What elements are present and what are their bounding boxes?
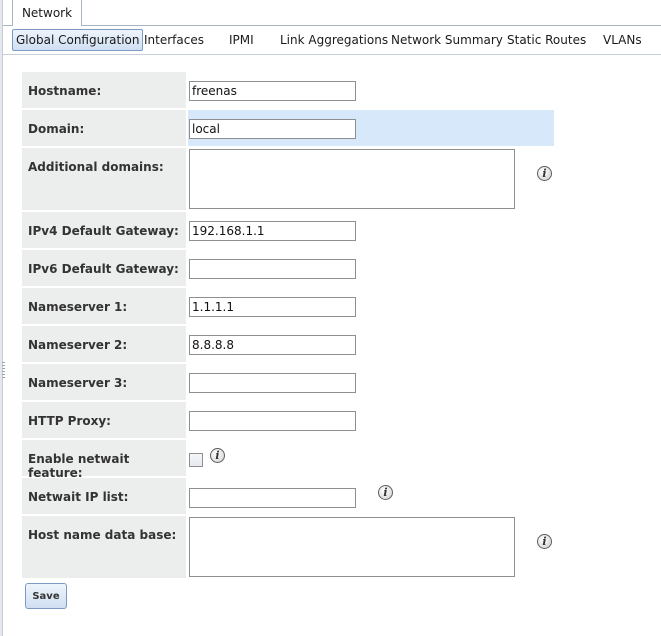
http-proxy-input[interactable] [189,411,356,431]
subtab-divider [3,54,661,55]
http-proxy-label: HTTP Proxy: [22,402,186,438]
additional-domains-label: Additional domains: [22,148,186,210]
tab-link-aggregations[interactable]: Link Aggregations [280,29,388,51]
row-host-name-database: Host name data base: [22,516,186,578]
domain-label: Domain: [22,110,186,146]
save-button[interactable]: Save [25,583,67,609]
host-name-database-label: Host name data base: [22,516,186,578]
additional-domains-textarea[interactable] [189,149,515,209]
left-frame-edge [0,0,3,636]
nameserver-1-label: Nameserver 1: [22,288,186,324]
tab-ipmi[interactable]: IPMI [229,29,254,51]
netwait-feature-info-icon[interactable]: i [210,448,225,463]
row-hostname: Hostname: [22,72,186,108]
nameserver-2-input[interactable] [189,335,356,355]
netwait-ip-list-label: Netwait IP list: [22,478,186,514]
nameserver-3-input[interactable] [189,373,356,393]
row-ipv4-gateway: IPv4 Default Gateway: [22,212,186,248]
netwait-ip-list-input[interactable] [189,488,356,508]
hostname-input[interactable] [189,81,356,101]
row-additional-domains: Additional domains: [22,148,186,210]
tab-network[interactable]: Network [12,0,82,26]
row-http-proxy: HTTP Proxy: [22,402,186,438]
tab-interfaces[interactable]: Interfaces [144,29,204,51]
row-netwait-ip-list: Netwait IP list: [22,478,186,514]
ipv4-gateway-label: IPv4 Default Gateway: [22,212,186,248]
hostname-label: Hostname: [22,72,186,108]
row-domain: Domain: [22,110,186,146]
netwait-feature-label: Enable netwait feature: [22,440,186,480]
host-name-database-textarea[interactable] [189,517,515,577]
host-name-database-info-icon[interactable]: i [537,534,552,549]
nameserver-1-input[interactable] [189,297,356,317]
additional-domains-info-icon[interactable]: i [537,166,552,181]
tab-static-routes[interactable]: Static Routes [507,29,586,51]
netwait-feature-checkbox[interactable] [189,453,203,467]
tab-strip-line [82,25,661,26]
tab-global-configuration[interactable]: Global Configuration [12,29,144,51]
subtab-bar: Global Configuration Interfaces IPMI Lin… [10,27,661,53]
netwait-ip-list-info-icon[interactable]: i [378,485,393,500]
ipv6-gateway-input[interactable] [189,259,356,279]
ipv4-gateway-input[interactable] [189,221,356,241]
row-nameserver-1: Nameserver 1: [22,288,186,324]
row-nameserver-2: Nameserver 2: [22,326,186,362]
row-nameserver-3: Nameserver 3: [22,364,186,400]
row-ipv6-gateway: IPv6 Default Gateway: [22,250,186,286]
nameserver-2-label: Nameserver 2: [22,326,186,362]
tab-vlans[interactable]: VLANs [603,29,642,51]
tab-network-summary[interactable]: Network Summary [391,29,503,51]
ipv6-gateway-label: IPv6 Default Gateway: [22,250,186,286]
nameserver-3-label: Nameserver 3: [22,364,186,400]
row-netwait-feature: Enable netwait feature: [22,440,186,480]
splitter-handle[interactable] [2,362,5,380]
tab-strip-line [3,25,12,26]
domain-input[interactable] [189,119,356,139]
